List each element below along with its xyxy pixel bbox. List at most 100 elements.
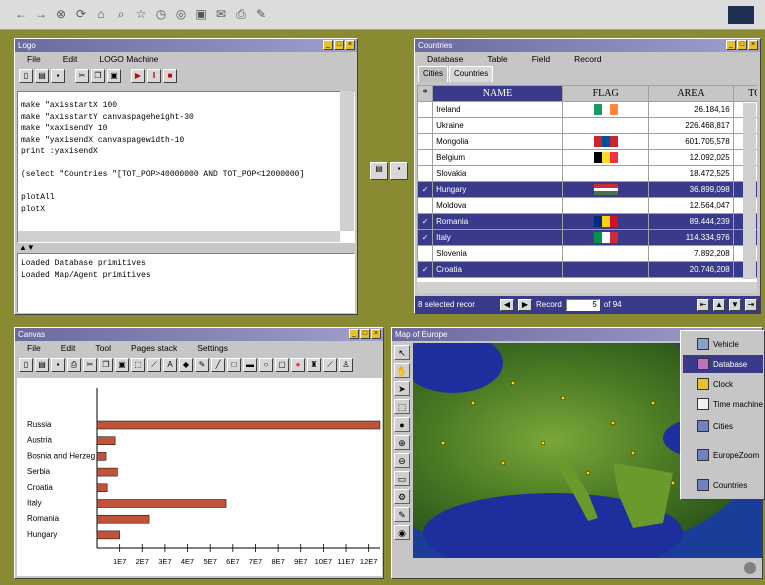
circle-icon[interactable]: ● [291,358,305,372]
line-icon[interactable]: ╱ [211,358,225,372]
cell-name[interactable]: Mongolia [432,133,563,150]
close-button[interactable]: × [748,40,758,50]
hand-tool-icon[interactable]: ✋ [394,363,410,378]
logo-menu-logo-machine[interactable]: LOGO Machine [99,52,158,66]
zoom-in-icon[interactable]: ⊕ [394,435,410,450]
table-hscroll[interactable] [417,282,757,293]
forward-icon[interactable]: → [34,7,48,22]
countries-menu-field[interactable]: Field [532,52,550,66]
cell-area[interactable]: 114.334,976 [648,229,734,246]
edit-icon[interactable]: ✎ [254,7,268,22]
last-record-icon[interactable]: ⇥ [745,298,757,311]
new-file-icon[interactable]: ▯ [19,358,33,372]
filled-rect-icon[interactable]: ▬ [243,358,257,372]
logo-menu-edit[interactable]: Edit [63,52,78,66]
canvas-menu-tool[interactable]: Tool [95,341,111,355]
dot-tool-icon[interactable]: ● [394,417,410,432]
column-header-flag[interactable]: FLAG [561,85,650,102]
globe-tool-icon[interactable]: ◉ [394,525,410,540]
pen-icon[interactable]: ⟋ [147,358,161,372]
agent-icon[interactable]: ⚙ [394,489,410,504]
prev-record-icon[interactable]: ◀ [500,298,514,311]
table-row[interactable]: Slovenia 7.892,208 [417,245,757,262]
turtle-icon[interactable]: ♙ [339,358,353,372]
open-folder-icon[interactable]: ▤ [370,162,388,180]
cell-area[interactable]: 36.899,098 [648,181,734,198]
minimize-button[interactable]: _ [726,40,736,50]
column-header-to[interactable]: TO [732,85,757,102]
copy-icon[interactable]: ❐ [99,358,113,372]
tab-cities[interactable]: Cities [418,66,449,82]
open-icon[interactable]: ▤ [35,69,49,83]
open-icon[interactable]: ▤ [35,358,49,372]
cell-name[interactable]: Ireland [432,101,563,118]
editor-vscroll[interactable] [340,91,354,231]
countries-menu-record[interactable]: Record [574,52,601,66]
cell-name[interactable]: Romania [432,213,563,230]
record-number-input[interactable]: 5 [565,298,600,311]
print-icon[interactable]: ⎙ [234,7,248,22]
save-icon[interactable]: ▪ [51,69,65,83]
countries-menu-table[interactable]: Table [487,52,507,66]
first-record-icon[interactable]: ⇤ [697,298,709,311]
close-button[interactable]: × [345,40,355,50]
code-editor[interactable]: make "axisstartX 100 make "axisstartY can… [17,91,355,243]
refresh-icon[interactable]: ⟳ [74,7,88,22]
maximize-button[interactable]: □ [737,40,747,50]
table-row[interactable]: Belgium 12.092,025 [417,149,757,166]
canvas-menu-pages-stack[interactable]: Pages stack [131,341,177,355]
minimize-button[interactable]: _ [349,329,359,339]
column-header-star[interactable]: * [417,85,434,102]
mail-icon[interactable]: ✉ [214,7,228,22]
pause-icon[interactable]: ‖ [147,69,161,83]
ruler-icon[interactable]: ▭ [394,471,410,486]
canvas-menu-edit[interactable]: Edit [61,341,76,355]
cell-area[interactable]: 18.472,525 [648,165,734,182]
logo-menu-file[interactable]: File [27,52,41,66]
popup-item-clock[interactable]: Clock [683,375,763,393]
select-icon[interactable]: ⬚ [131,358,145,372]
popup-item-vehicle[interactable]: Vehicle [683,335,763,353]
canvas-window[interactable]: Canvas _ □ × File Edit Tool Pages stack Settin… [14,327,384,579]
table-row[interactable]: Ukraine 226.468,817 [417,117,757,134]
cell-area[interactable]: 12.092,025 [648,149,734,166]
history-icon[interactable]: ◷ [154,7,168,22]
cell-area[interactable]: 89.444,239 [648,213,734,230]
logo-window[interactable]: Logo _ □ × File Edit LOGO Machine ▯ ▤ ▪ ✂ ❐ ▣ ▶ ‖… [14,38,358,315]
cell-name[interactable]: Hungary [432,181,563,198]
column-header-name[interactable]: NAME [432,85,563,102]
channels-icon[interactable]: ◎ [174,7,188,22]
run-icon[interactable]: ▶ [131,69,145,83]
pen-tool-icon[interactable]: ✎ [394,507,410,522]
popup-item-europezoom[interactable]: EuropeZoom [683,446,763,464]
select-rect-icon[interactable]: ⬚ [394,399,410,414]
fullscreen-icon[interactable]: ▣ [194,7,208,22]
cell-area[interactable]: 20.746,208 [648,261,734,278]
popup-item-cities[interactable]: Cities [683,417,763,435]
close-button[interactable]: × [371,329,381,339]
copy-icon[interactable]: ❐ [91,69,105,83]
cell-name[interactable]: Slovakia [432,165,563,182]
fill-icon[interactable]: ◆ [179,358,193,372]
cell-name[interactable]: Slovenia [432,245,563,262]
paste-icon[interactable]: ▣ [107,69,121,83]
brush-icon[interactable]: ⟋ [323,358,337,372]
paint-icon[interactable]: ♜ [307,358,321,372]
cell-area[interactable]: 12.564,047 [648,197,734,214]
cell-area[interactable]: 601.705,578 [648,133,734,150]
pointer-tool-icon[interactable]: ➤ [394,381,410,396]
countries-menu-database[interactable]: Database [427,52,463,66]
table-row[interactable]: Mongolia 601.705,578 [417,133,757,150]
rect-icon[interactable]: □ [227,358,241,372]
table-row[interactable]: ✓ Romania 89.444,239 [417,213,757,230]
stop-icon[interactable]: ■ [163,69,177,83]
home-icon[interactable]: ⌂ [94,7,108,22]
cell-area[interactable]: 26.184,16 [648,101,734,118]
save-icon[interactable]: ▪ [51,358,65,372]
next-record-icon[interactable]: ▶ [518,298,532,311]
new-file-icon[interactable]: ▯ [19,69,33,83]
text-icon[interactable]: A [163,358,177,372]
rounded-rect-icon[interactable]: ▢ [275,358,289,372]
arrow-tool-icon[interactable]: ↖ [394,345,410,360]
cell-name[interactable]: Croatia [432,261,563,278]
